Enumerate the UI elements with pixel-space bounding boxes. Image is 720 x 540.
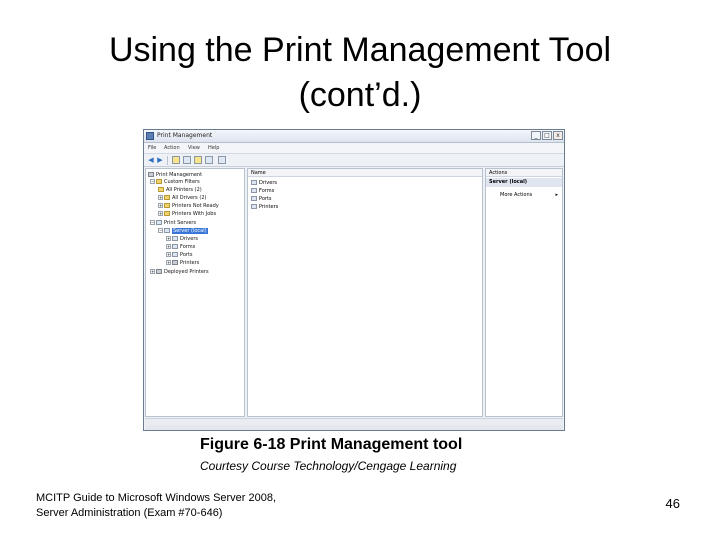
menu-bar: File Action View Help [144, 143, 564, 154]
printer-icon [172, 260, 178, 265]
collapse-icon[interactable]: − [150, 179, 155, 184]
list-item-drivers[interactable]: Drivers [251, 180, 277, 187]
expand-icon[interactable]: + [158, 211, 163, 216]
actions-pane: Actions Server (local) More Actions ▸ [485, 168, 563, 417]
menu-action[interactable]: Action [164, 144, 180, 152]
tree-pane[interactable]: Print Management − Custom Filters All Pri… [145, 168, 245, 417]
list-item-ports[interactable]: Ports [251, 196, 272, 203]
horizontal-scrollbar[interactable] [145, 418, 563, 425]
view-icon[interactable] [218, 156, 226, 164]
expand-icon[interactable]: + [150, 269, 155, 274]
tree-item-print-management[interactable]: Print Management [148, 172, 202, 179]
form-icon [251, 188, 257, 193]
console-icon[interactable] [205, 156, 213, 164]
tree-item-drivers[interactable]: + Drivers [166, 236, 198, 243]
toolbar-separator [167, 156, 168, 165]
printer-icon [251, 204, 257, 209]
slide-title: Using the Print Management Tool (cont’d.… [0, 28, 720, 118]
tree-item-printers[interactable]: + Printers [166, 260, 199, 267]
menu-view[interactable]: View [188, 144, 200, 152]
back-arrow-icon[interactable]: ◀ [147, 156, 155, 164]
expand-icon[interactable]: + [166, 252, 171, 257]
port-icon [172, 252, 178, 257]
properties-icon[interactable] [194, 156, 202, 164]
list-item-forms[interactable]: Forms [251, 188, 274, 195]
collapse-icon[interactable]: − [158, 228, 163, 233]
column-header-name[interactable]: Name [248, 169, 482, 177]
form-icon [172, 244, 178, 249]
footer-line-2: Server Administration (Exam #70-646) [36, 507, 223, 519]
server-icon [156, 220, 162, 225]
expand-icon[interactable]: + [158, 203, 163, 208]
submenu-arrow-icon: ▸ [555, 192, 558, 198]
footer-line-1: MCITP Guide to Microsoft Windows Server … [36, 492, 277, 504]
page-number: 46 [665, 496, 680, 511]
actions-header: Actions [486, 169, 562, 177]
tree-item-custom-filters[interactable]: − Custom Filters [150, 179, 200, 186]
actions-group-server-local[interactable]: Server (local) [486, 178, 562, 187]
slide-title-line-1: Using the Print Management Tool [108, 31, 612, 69]
slide-footer: MCITP Guide to Microsoft Windows Server … [36, 491, 276, 521]
folder-icon[interactable] [172, 156, 180, 164]
minimize-button[interactable]: _ [531, 131, 541, 140]
filter-icon [156, 179, 162, 184]
driver-icon [172, 236, 178, 241]
tree-item-forms[interactable]: + Forms [166, 244, 195, 251]
tree-item-ports[interactable]: + Ports [166, 252, 193, 259]
maximize-button[interactable]: □ [542, 131, 552, 140]
slide-title-line-2: (cont’d.) [298, 76, 422, 114]
menu-file[interactable]: File [148, 144, 156, 152]
menu-help[interactable]: Help [208, 144, 219, 152]
forward-arrow-icon[interactable]: ▶ [156, 156, 164, 164]
print-management-app-icon [146, 132, 154, 140]
more-actions-item[interactable]: More Actions [500, 192, 532, 199]
tree-item-printers-with-jobs[interactable]: + Printers With Jobs [158, 211, 216, 218]
tree-item-server-local[interactable]: − Server (local) [158, 228, 208, 235]
expand-icon[interactable]: + [166, 236, 171, 241]
filter-icon [164, 203, 170, 208]
expand-icon[interactable]: + [166, 244, 171, 249]
filter-icon [164, 195, 170, 200]
tree-item-all-printers[interactable]: All Printers (2) [158, 187, 202, 194]
help-icon[interactable] [183, 156, 191, 164]
filter-icon [158, 187, 164, 192]
tree-item-deployed-printers[interactable]: + Deployed Printers [150, 269, 209, 276]
figure-caption: Figure 6-18 Print Management tool [200, 436, 463, 453]
figure-credit: Courtesy Course Technology/Cengage Learn… [200, 459, 457, 473]
collapse-icon[interactable]: − [150, 220, 155, 225]
expand-icon[interactable]: + [166, 260, 171, 265]
status-bar [145, 425, 563, 430]
tree-item-printers-not-ready[interactable]: + Printers Not Ready [158, 203, 219, 210]
list-pane[interactable]: Name Drivers Forms Ports Printers [247, 168, 483, 417]
printer-icon [156, 269, 162, 274]
printer-icon [148, 172, 154, 177]
filter-icon [164, 211, 170, 216]
window-titlebar[interactable]: Print Management _ □ x [144, 130, 564, 143]
window-title: Print Management [157, 132, 213, 139]
print-management-window: Print Management _ □ x File Action View … [143, 129, 565, 431]
expand-icon[interactable]: + [158, 195, 163, 200]
close-button[interactable]: x [553, 131, 563, 140]
server-icon [164, 228, 170, 233]
tree-item-print-servers[interactable]: − Print Servers [150, 220, 196, 227]
driver-icon [251, 180, 257, 185]
toolbar: ◀ ▶ [144, 154, 564, 167]
list-item-printers[interactable]: Printers [251, 204, 278, 211]
tree-item-all-drivers[interactable]: + All Drivers (2) [158, 195, 206, 202]
port-icon [251, 196, 257, 201]
